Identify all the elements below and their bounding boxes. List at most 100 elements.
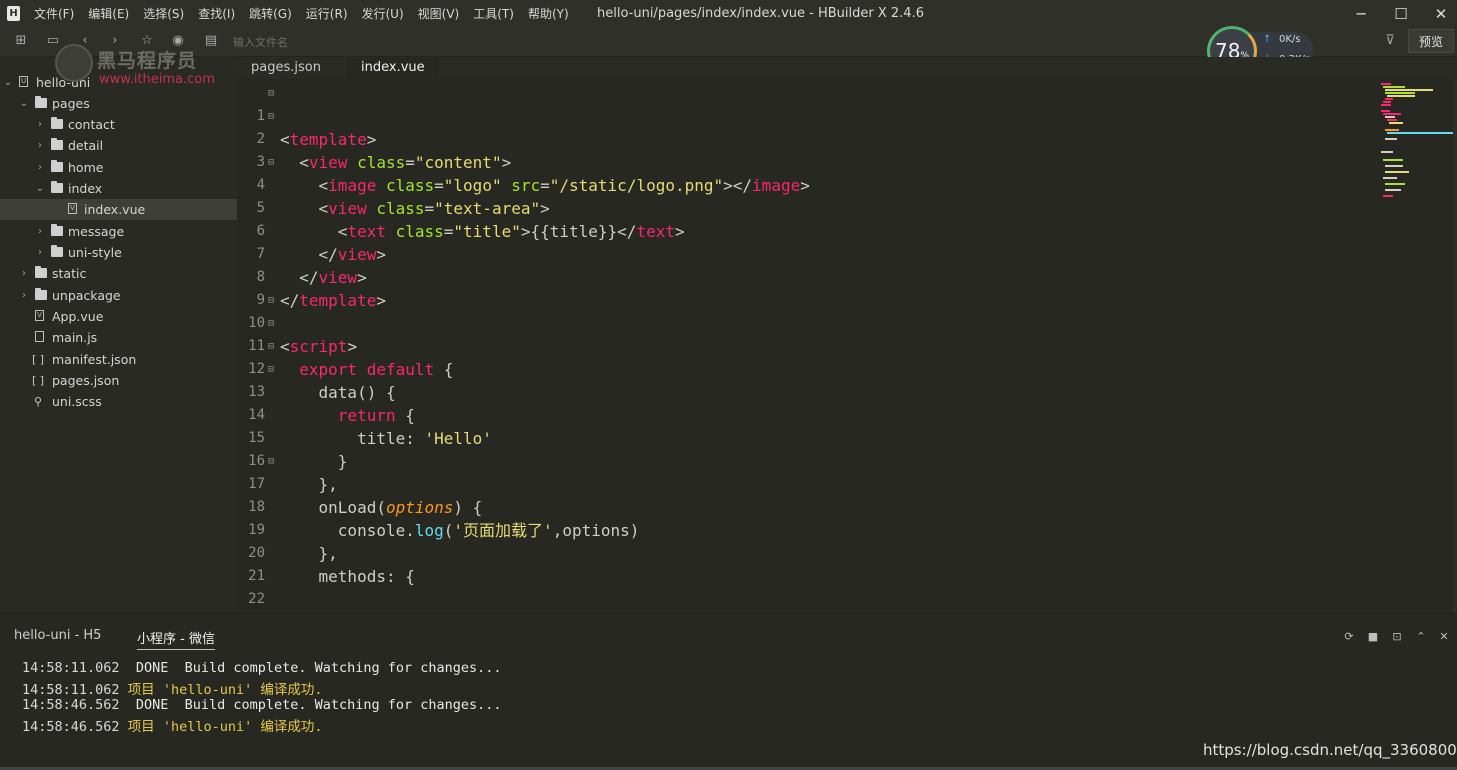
tree-item-index-vue[interactable]: V index.vue [0,199,237,220]
code-line: 11 ⊟ export default { [237,312,1371,379]
chevron-right-icon[interactable]: › [35,157,45,178]
json-file-icon: [ ] [32,374,45,387]
fold-icon[interactable]: ⊟ [268,358,274,381]
vue-file-icon: V [68,203,77,214]
tree-item-contact[interactable]: › contact [0,114,237,135]
editor-scrollbar[interactable] [1453,79,1457,613]
chevron-down-icon[interactable]: ⌄ [35,178,45,199]
chevron-right-icon[interactable]: › [35,135,45,156]
itheima-watermark: 黑马程序员 www.itheima.com [55,40,230,90]
maximize-button[interactable]: ☐ [1384,0,1418,28]
code-line: 4 ⊟ <view class="text-area"> [237,151,1371,218]
tree-item-pages-json[interactable]: [ ] pages.json [0,370,237,391]
folder-icon [35,288,47,300]
tab-index-vue[interactable]: index.vue [347,57,439,79]
window-title: hello-uni/pages/index/index.vue - HBuild… [597,6,924,21]
fold-icon[interactable]: ⊟ [268,105,274,128]
filter-icon[interactable]: ⊽ [1381,32,1399,50]
menu-goto[interactable]: 跳转(G) [249,0,292,28]
chevron-down-icon[interactable]: ⌄ [3,72,13,93]
tree-label: uni.scss [52,394,102,409]
close-window-button[interactable]: ✕ [1424,0,1457,28]
menu-bar: 文件(F) 编辑(E) 选择(S) 查找(I) 跳转(G) 运行(R) 发行(U… [34,0,583,28]
code-line: 6 </view> [237,197,1371,264]
tree-item-unpackage[interactable]: › unpackage [0,285,237,306]
code-line: 15 } [237,404,1371,471]
tree-item-manifest-json[interactable]: [ ] manifest.json [0,349,237,370]
file-filter-input[interactable]: 输入文件名 [233,34,288,50]
stop-icon[interactable]: ■ [1366,630,1380,643]
menu-file[interactable]: 文件(F) [34,0,74,28]
log-line: 14:58:11.062 项目 'hello-uni' 编译成功. [22,682,323,698]
log-line: 14:58:11.062 DONE Build complete. Watchi… [22,660,502,676]
chevron-right-icon[interactable]: › [35,114,45,135]
minimap[interactable] [1371,79,1457,613]
code-line: 20 methods: { [237,519,1371,586]
folder-icon [51,224,63,236]
code-editor[interactable]: 1 ⊟ <template> 2 ⊟ <view class="content"> … [237,79,1371,613]
fold-icon[interactable]: ⊟ [268,289,274,312]
minimize-button[interactable]: ─ [1344,0,1378,28]
menu-run[interactable]: 运行(R) [306,0,348,28]
close-icon[interactable]: ✕ [1437,630,1451,643]
fold-icon[interactable]: ⊟ [268,335,274,358]
tree-item-static[interactable]: › static [0,263,237,284]
tree-item-message[interactable]: › message [0,221,237,242]
chevron-down-icon[interactable]: ⌄ [19,93,29,114]
menu-select[interactable]: 选择(S) [143,0,184,28]
tree-label: uni-style [68,245,122,260]
tree-item-uni-scss[interactable]: ⚲ uni.scss [0,391,237,412]
code-line: 23 } [237,588,1371,611]
tree-item-home[interactable]: › home [0,157,237,178]
code-line: 13 ⊟ return { [237,358,1371,425]
menu-help[interactable]: 帮助(Y) [528,0,569,28]
code-line: 14 title: 'Hello' [237,381,1371,448]
menu-find[interactable]: 查找(I) [198,0,235,28]
menu-view[interactable]: 视图(V) [418,0,460,28]
chevron-right-icon[interactable]: › [35,242,45,263]
scss-file-icon: ⚲ [34,395,43,408]
js-file-icon [35,331,44,342]
folder-open-icon [35,96,47,108]
tree-item-uni-style[interactable]: › uni-style [0,242,237,263]
fold-icon[interactable]: ⊟ [268,312,274,335]
console-tab-h5[interactable]: hello-uni - H5 [14,628,101,643]
folder-icon [51,138,63,150]
tree-item-main-js[interactable]: main.js [0,327,237,348]
new-file-icon[interactable]: ⊞ [12,32,30,50]
tree-label: manifest.json [52,352,137,367]
chevron-right-icon[interactable]: › [19,285,29,306]
tree-item-app-vue[interactable]: V App.vue [0,306,237,327]
code-line: 9 [237,266,1371,308]
menu-tools[interactable]: 工具(T) [473,0,514,28]
tree-label: static [52,266,87,281]
log-line: 14:58:46.562 DONE Build complete. Watchi… [22,697,502,713]
tree-item-detail[interactable]: › detail [0,135,237,156]
tab-pages-json[interactable]: pages.json [237,57,335,79]
json-file-icon: [ ] [32,353,45,366]
folder-open-icon [51,181,63,193]
restart-icon[interactable]: ⟳ [1342,630,1356,643]
fold-icon[interactable]: ⊟ [268,450,274,473]
tree-label: message [68,224,125,239]
preview-button[interactable]: 预览 [1408,29,1454,53]
code-line: 7 </view> [237,220,1371,287]
tree-label: detail [68,138,104,153]
clear-icon[interactable]: ⊡ [1390,630,1404,643]
tree-label: App.vue [52,309,104,324]
tree-label: index [68,181,103,196]
tree-item-index[interactable]: ⌄ index [0,178,237,199]
collapse-icon[interactable]: ⌃ [1414,630,1428,643]
code-line: 22 } [237,565,1371,607]
chevron-right-icon[interactable]: › [35,221,45,242]
tree-label: pages.json [52,373,120,388]
menu-edit[interactable]: 编辑(E) [88,0,129,28]
fold-icon[interactable]: ⊟ [268,151,274,174]
menu-publish[interactable]: 发行(U) [362,0,404,28]
code-line: 1 ⊟ <template> [237,82,1371,149]
tree-item-pages[interactable]: ⌄ pages [0,93,237,114]
code-line: 8 </template> [237,243,1371,310]
fold-icon[interactable]: ⊟ [268,82,274,105]
chevron-right-icon[interactable]: › [19,263,29,284]
console-tab-wechat[interactable]: 小程序 - 微信 [137,628,215,650]
